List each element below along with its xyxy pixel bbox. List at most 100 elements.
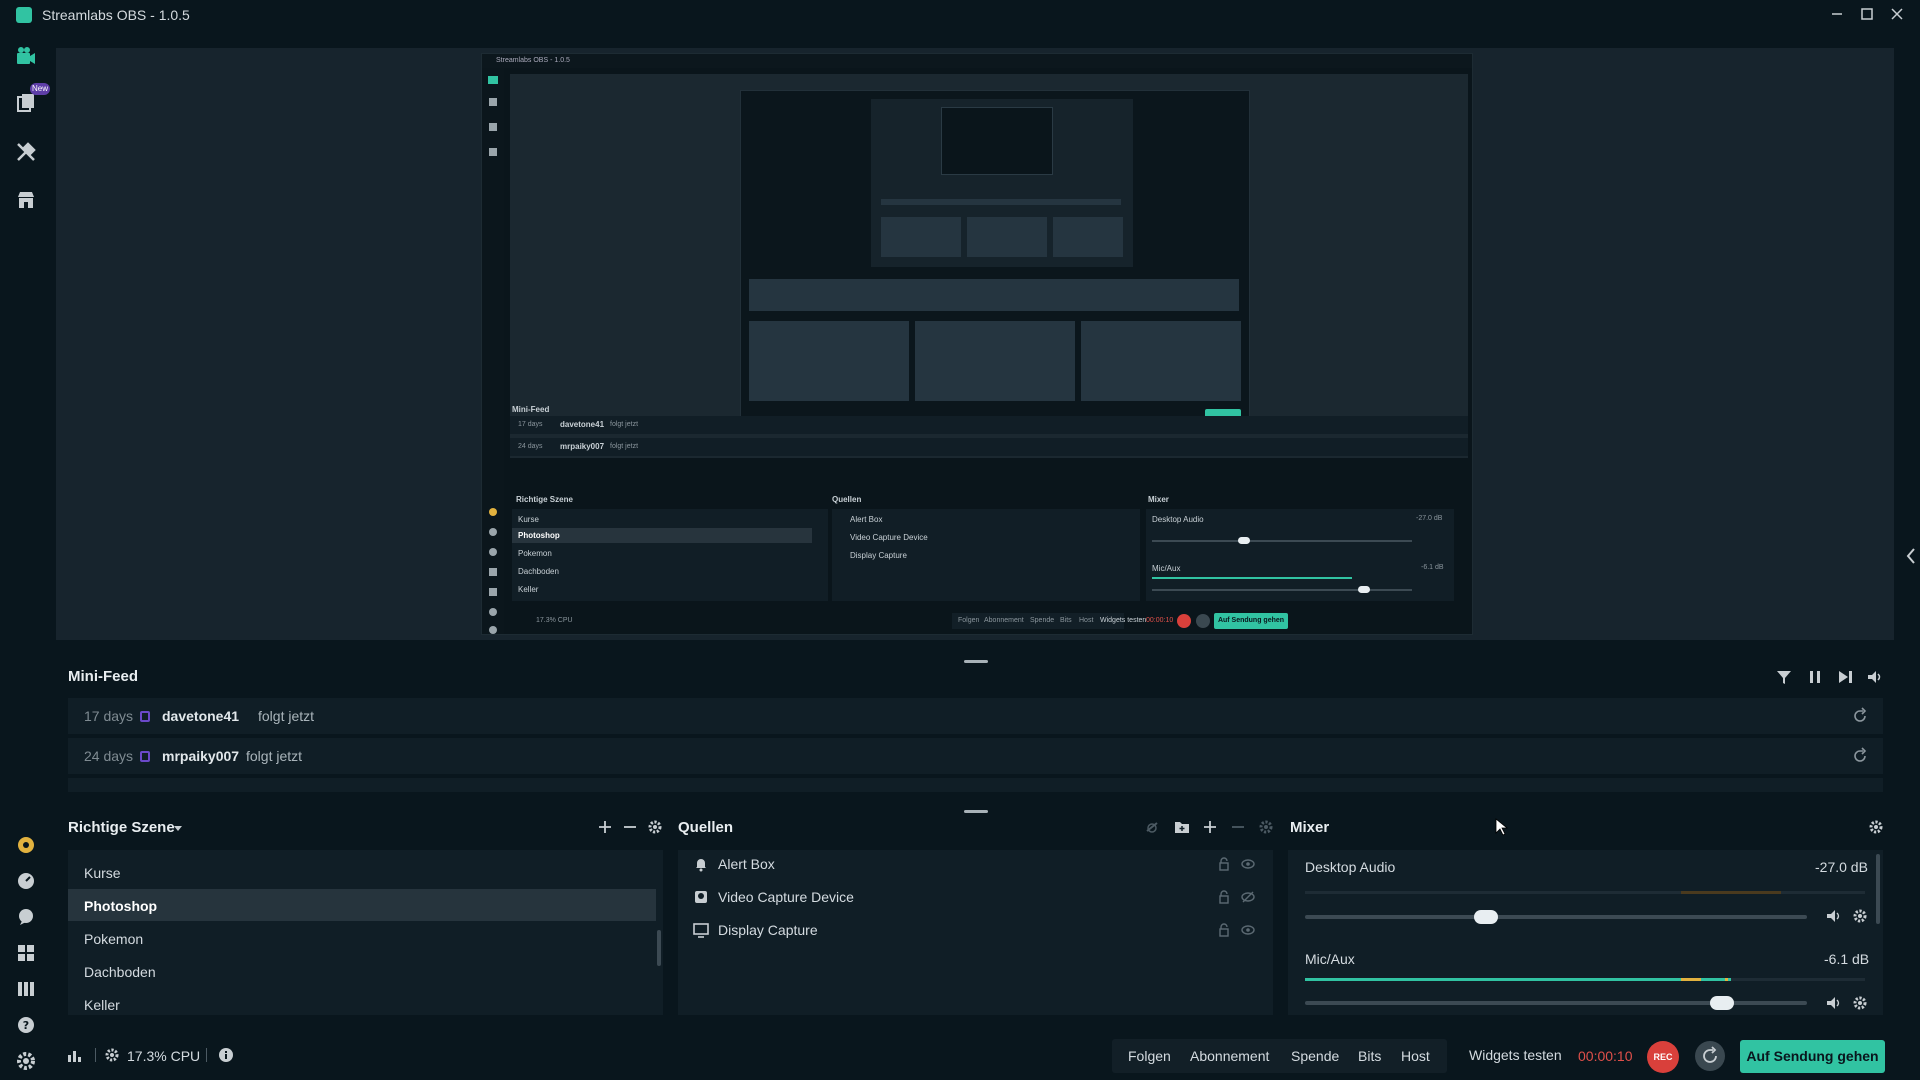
audio-level-meter xyxy=(1305,891,1865,894)
maximize-icon[interactable] xyxy=(1857,4,1877,24)
mouse-cursor-icon xyxy=(1494,818,1510,836)
skip-icon[interactable] xyxy=(1836,668,1854,686)
scene-settings-gear-icon[interactable] xyxy=(647,819,663,835)
scene-item[interactable]: Kurse xyxy=(68,856,656,888)
add-source-icon[interactable] xyxy=(1202,819,1218,835)
add-scene-icon[interactable] xyxy=(597,819,613,835)
app-store-icon[interactable] xyxy=(14,188,38,212)
volume-slider-handle[interactable] xyxy=(1473,910,1498,924)
prime-icon[interactable] xyxy=(14,833,38,857)
pause-icon[interactable] xyxy=(1806,668,1824,686)
channel-settings-gear-icon[interactable] xyxy=(1852,995,1868,1011)
sources-title: Quellen xyxy=(678,819,734,836)
audio-level-meter xyxy=(1305,978,1865,981)
remove-scene-icon[interactable] xyxy=(622,819,638,835)
source-item[interactable]: Alert Box xyxy=(718,856,775,872)
speaker-icon[interactable] xyxy=(1826,995,1842,1011)
scenes-title[interactable]: Richtige Szene xyxy=(68,819,175,836)
filter-icon[interactable] xyxy=(1775,668,1793,686)
scenes-scrollbar[interactable] xyxy=(657,930,661,966)
minifeed-resize-handle[interactable] xyxy=(964,810,988,813)
test-donation-button[interactable]: Spende xyxy=(1291,1048,1339,1064)
feed-user[interactable]: mrpaiky007 xyxy=(162,748,239,764)
cpu-gear-icon xyxy=(104,1047,120,1063)
scene-collection-dropdown-icon[interactable] xyxy=(172,822,184,834)
dashboard-icon[interactable] xyxy=(14,869,38,893)
preview-capture-image: Streamlabs OBS - 1.0.5 Mini-Feed 17 days… xyxy=(481,53,1473,635)
chat-icon[interactable] xyxy=(14,905,38,929)
volume-icon[interactable] xyxy=(1866,668,1884,686)
lock-icon[interactable] xyxy=(1216,856,1232,872)
replay-alert-icon[interactable] xyxy=(1851,747,1869,765)
mixer-settings-gear-icon[interactable] xyxy=(1868,819,1884,835)
source-settings-gear-icon[interactable] xyxy=(1258,819,1274,835)
feed-user[interactable]: davetone41 xyxy=(162,708,239,724)
mixer-scrollbar[interactable] xyxy=(1876,854,1880,924)
replay-buffer-button[interactable] xyxy=(1695,1041,1725,1071)
volume-slider[interactable] xyxy=(1305,910,1807,924)
replay-alert-icon[interactable] xyxy=(1851,707,1869,725)
minimize-icon[interactable] xyxy=(1827,4,1847,24)
window-title: Streamlabs OBS - 1.0.5 xyxy=(42,7,190,23)
tools-icon[interactable] xyxy=(14,140,38,164)
webcam-icon xyxy=(693,889,709,905)
mixer-channel-name: Desktop Audio xyxy=(1305,859,1396,875)
feed-action: folgt jetzt xyxy=(258,708,315,724)
eye-icon[interactable] xyxy=(1240,922,1256,938)
preview-nested-area xyxy=(510,74,1468,458)
lock-icon[interactable] xyxy=(1216,889,1232,905)
collapse-right-chevron-icon[interactable] xyxy=(1904,546,1918,566)
settings-gear-icon[interactable] xyxy=(14,1049,38,1073)
footer-divider xyxy=(95,1048,96,1062)
streamlabs-logo-icon xyxy=(16,7,32,23)
performance-stats-icon[interactable] xyxy=(66,1047,82,1063)
lock-icon[interactable] xyxy=(1216,922,1232,938)
feed-row-partial xyxy=(68,778,1883,792)
test-host-button[interactable]: Host xyxy=(1401,1048,1430,1064)
test-bits-button[interactable]: Bits xyxy=(1358,1048,1381,1064)
left-navigation: ? xyxy=(0,29,52,1080)
scene-item[interactable]: Keller xyxy=(68,988,656,1020)
close-icon[interactable] xyxy=(1887,4,1907,24)
channel-settings-gear-icon[interactable] xyxy=(1852,908,1868,924)
bell-icon xyxy=(693,856,709,872)
speaker-icon[interactable] xyxy=(1826,908,1842,924)
volume-slider[interactable] xyxy=(1305,996,1807,1010)
footer-divider xyxy=(206,1048,207,1062)
preview-nav xyxy=(482,68,504,634)
add-folder-icon[interactable] xyxy=(1174,819,1190,835)
mixer-channel-db: -27.0 dB xyxy=(1815,859,1868,875)
feed-time: 24 days xyxy=(84,748,134,764)
title-bar: Streamlabs OBS - 1.0.5 xyxy=(0,0,1920,29)
studio-mode-icon[interactable] xyxy=(14,977,38,1001)
test-subscription-button[interactable]: Abonnement xyxy=(1190,1048,1269,1064)
eye-slash-icon[interactable] xyxy=(1240,889,1256,905)
preview-nested-window xyxy=(740,90,1250,424)
preview-resize-handle[interactable] xyxy=(964,660,988,663)
source-item[interactable]: Display Capture xyxy=(718,922,818,938)
scene-item[interactable]: Pokemon xyxy=(68,922,656,954)
source-pause-icon[interactable] xyxy=(1144,819,1160,835)
remove-source-icon[interactable] xyxy=(1230,819,1246,835)
volume-slider-handle[interactable] xyxy=(1709,996,1734,1010)
twitch-icon xyxy=(140,711,150,722)
help-icon[interactable]: ? xyxy=(14,1013,38,1037)
feed-action: folgt jetzt xyxy=(246,748,303,764)
preview-minifeed-title: Mini-Feed xyxy=(512,405,550,414)
svg-text:?: ? xyxy=(23,1019,29,1032)
editor-camera-icon[interactable] xyxy=(14,45,38,69)
go-live-button[interactable]: Auf Sendung gehen xyxy=(1740,1040,1885,1073)
mixer-title: Mixer xyxy=(1290,819,1330,836)
cpu-usage: 17.3% CPU xyxy=(127,1048,201,1064)
source-item[interactable]: Video Capture Device xyxy=(718,889,854,905)
info-icon[interactable] xyxy=(218,1047,234,1063)
scene-item-active[interactable]: Photoshop xyxy=(68,889,656,921)
eye-icon[interactable] xyxy=(1240,856,1256,872)
record-button[interactable]: REC xyxy=(1647,1041,1679,1073)
scene-item[interactable]: Dachboden xyxy=(68,955,656,987)
monitor-icon xyxy=(693,922,709,938)
twitch-icon xyxy=(140,751,150,762)
test-follow-button[interactable]: Folgen xyxy=(1128,1048,1171,1064)
widgets-test-label: Widgets testen xyxy=(1469,1047,1562,1063)
layout-icon[interactable] xyxy=(14,941,38,965)
